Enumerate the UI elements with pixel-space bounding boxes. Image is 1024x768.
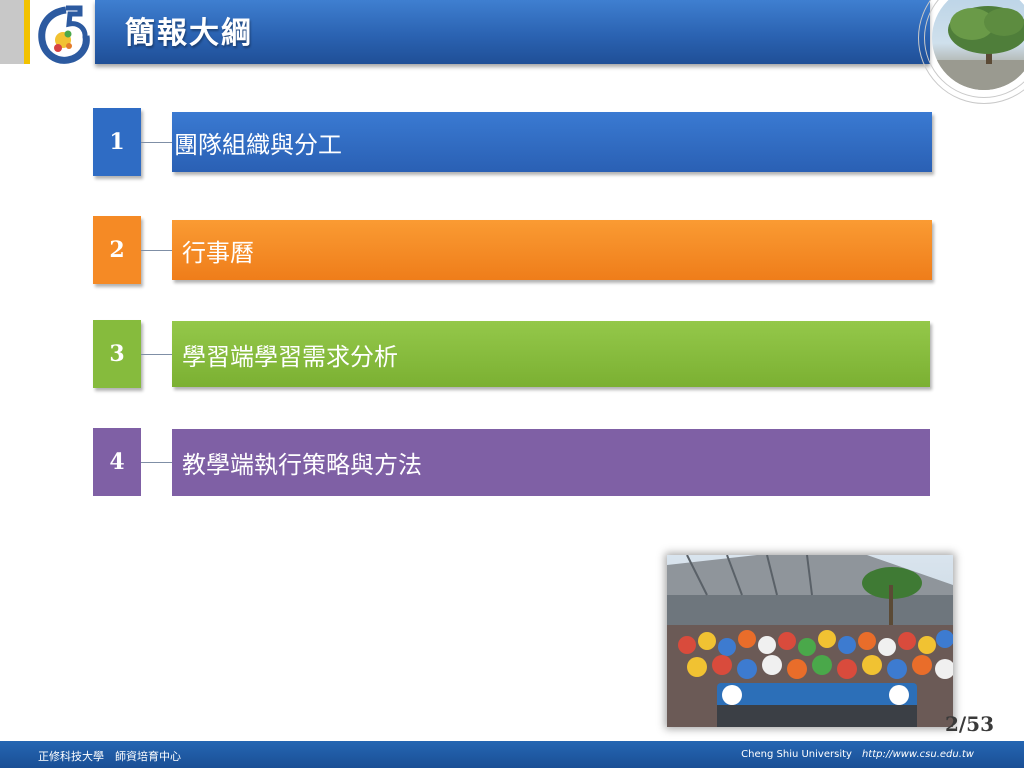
page-title: 簡報大綱	[125, 16, 253, 51]
footer-org: 正修科技大學 師資培育中心	[38, 750, 181, 763]
footer-university: Cheng Shiu University	[741, 749, 852, 760]
agenda-label-4: 教學端執行策略與方法	[182, 451, 422, 479]
page-number: 2/53	[944, 712, 994, 736]
agenda-connector-2	[141, 250, 172, 251]
agenda-number-2: 2	[93, 216, 141, 284]
agenda-item-2[interactable]: 行事曆	[172, 220, 932, 280]
agenda-item-3[interactable]: 學習端學習需求分析	[172, 321, 930, 387]
agenda-label-3: 學習端學習需求分析	[182, 342, 398, 371]
agenda-number-1: 1	[93, 108, 141, 176]
footer-right: Cheng Shiu University http://www.csu.edu.…	[741, 749, 974, 760]
header-gray-strip	[0, 0, 24, 64]
agenda-label-1: 團隊組織與分工	[174, 130, 342, 159]
agenda-number-3: 3	[93, 320, 141, 388]
footer-url[interactable]: http://www.csu.edu.tw	[862, 749, 974, 760]
school-logo-icon	[36, 4, 92, 66]
agenda-number-4: 4	[93, 428, 141, 496]
agenda-connector-1	[141, 142, 172, 143]
tree-photo-icon	[918, 0, 1024, 104]
agenda-item-4[interactable]: 教學端執行策略與方法	[172, 429, 930, 496]
header-yellow-strip	[24, 0, 30, 64]
group-photo-icon	[667, 555, 953, 727]
agenda-label-2: 行事曆	[182, 238, 254, 267]
agenda-item-1[interactable]: 團隊組織與分工	[172, 112, 932, 172]
agenda-connector-4	[141, 462, 172, 463]
agenda-connector-3	[141, 354, 172, 355]
